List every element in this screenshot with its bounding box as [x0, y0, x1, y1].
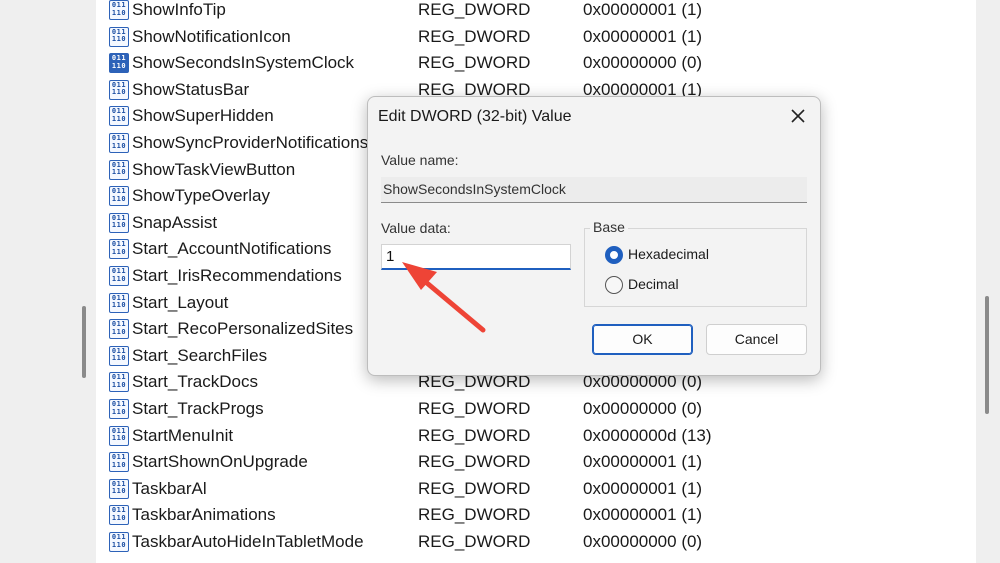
hexadecimal-radio[interactable] [605, 246, 623, 264]
reg-dword-icon: 011 110 [109, 186, 129, 207]
registry-value-row[interactable]: 011 110 TaskbarAutoHideInTabletMode REG_DWO… [106, 530, 756, 557]
value-name: SnapAssist [132, 212, 218, 232]
close-icon[interactable] [788, 106, 808, 126]
value-name: Start_RecoPersonalizedSites [132, 319, 354, 339]
value-type: REG_DWORD [418, 53, 531, 73]
value-data: 0x00000000 (0) [583, 399, 703, 418]
reg-dword-icon: 011 110 [109, 239, 129, 260]
value-type: REG_DWORD [418, 0, 531, 19]
value-type: REG_DWORD [418, 532, 531, 551]
value-type: REG_DWORD [418, 26, 531, 46]
value-data: 0x00000000 (0) [583, 53, 703, 73]
value-data: 0x00000001 (1) [583, 478, 703, 498]
reg-dword-icon: 011 110 [109, 79, 129, 100]
value-data: 0x00000001 (1) [583, 0, 703, 19]
reg-dword-icon: 011 110 [109, 106, 129, 127]
value-name-label: Value name: [381, 152, 459, 168]
value-name: StartMenuInit [132, 425, 234, 445]
value-type: REG_DWORD [418, 425, 531, 445]
edit-dword-dialog: Edit DWORD (32-bit) Value Value name: Sh… [367, 96, 821, 376]
reg-dword-icon: 011 110 [109, 505, 129, 526]
value-name: Start_IrisRecommendations [132, 266, 342, 285]
value-data: 0x00000001 (1) [583, 26, 703, 46]
list-scrollbar[interactable] [985, 296, 989, 414]
decimal-radio[interactable] [605, 276, 623, 294]
value-name: Start_SearchFiles [132, 345, 268, 365]
tree-scrollbar[interactable] [82, 306, 86, 378]
registry-value-row[interactable]: 011 110 TaskbarAnimations REG_DWORD 0x000000… [106, 503, 756, 530]
reg-dword-icon: 011 110 [109, 292, 129, 313]
value-data-label: Value data: [381, 220, 451, 236]
reg-dword-icon: 011 110 [109, 133, 129, 153]
cancel-button[interactable]: Cancel [706, 324, 807, 355]
reg-dword-icon: 011 110 [109, 266, 129, 286]
value-data: 0x00000000 (0) [583, 532, 703, 551]
value-type: REG_DWORD [418, 399, 531, 418]
value-name: ShowTypeOverlay [132, 186, 270, 206]
value-name: Start_TrackProgs [132, 399, 264, 418]
reg-dword-icon: 011 110 [109, 452, 129, 473]
reg-dword-icon: 011 110 [109, 159, 129, 180]
reg-dword-icon: 011 110 [109, 319, 129, 340]
value-data: 0x00000001 (1) [583, 452, 703, 472]
dialog-title: Edit DWORD (32-bit) Value [378, 108, 572, 125]
decimal-label[interactable]: Decimal [628, 276, 679, 292]
base-label: Base [590, 219, 628, 235]
registry-value-row[interactable]: 011 110 Start_TrackProgs REG_DWORD 0x0000000… [106, 397, 756, 424]
reg-dword-icon: 011 110 [109, 53, 129, 74]
value-data: 0x00000001 (1) [583, 505, 703, 525]
value-name: TaskbarAnimations [132, 505, 276, 525]
reg-dword-icon: 011 110 [109, 399, 129, 419]
registry-value-row[interactable]: 011 110 ShowSecondsInSystemClock REG_DWORD 0… [106, 51, 756, 78]
registry-value-row[interactable]: 011 110 StartShownOnUpgrade REG_DWORD 0x0000… [106, 450, 756, 477]
registry-value-row[interactable]: 011 110 ShowNotificationIcon REG_DWORD 0x000… [106, 25, 756, 52]
hexadecimal-label[interactable]: Hexadecimal [628, 246, 709, 262]
ok-button[interactable]: OK [592, 324, 693, 355]
reg-dword-icon: 011 110 [109, 478, 129, 499]
value-name: ShowInfoTip [132, 0, 226, 19]
value-name: ShowSyncProviderNotifications [132, 133, 369, 152]
registry-value-row[interactable]: 011 110 TaskbarAl REG_DWORD 0x00000001 (1) [106, 477, 756, 504]
value-name: ShowTaskViewButton [132, 159, 296, 179]
reg-dword-icon: 011 110 [109, 0, 129, 20]
registry-value-row[interactable]: 011 110 ShowInfoTip REG_DWORD 0x00000001 (1) [106, 0, 756, 25]
value-name: TaskbarAl [132, 478, 207, 498]
reg-dword-icon: 011 110 [109, 532, 129, 552]
value-name: ShowSuperHidden [132, 106, 274, 126]
reg-dword-icon: 011 110 [109, 26, 129, 47]
reg-dword-icon: 011 110 [109, 345, 129, 366]
registry-value-row[interactable]: 011 110 StartMenuInit REG_DWORD 0x0000000d (… [106, 424, 756, 451]
value-name-field: ShowSecondsInSystemClock [381, 177, 807, 203]
reg-dword-icon: 011 110 [109, 372, 129, 393]
value-name: ShowSecondsInSystemClock [132, 53, 355, 73]
base-groupbox [584, 228, 807, 307]
value-name: StartShownOnUpgrade [132, 452, 308, 472]
value-name: ShowNotificationIcon [132, 26, 291, 46]
value-type: REG_DWORD [418, 452, 531, 472]
value-data: 0x0000000d (13) [583, 425, 712, 445]
reg-dword-icon: 011 110 [109, 425, 129, 446]
value-type: REG_DWORD [418, 478, 531, 498]
value-name: TaskbarAutoHideInTabletMode [132, 532, 364, 551]
value-data-input[interactable] [381, 244, 571, 270]
value-name: Start_AccountNotifications [132, 239, 332, 259]
value-name: Start_TrackDocs [132, 372, 258, 392]
value-name: Start_Layout [132, 292, 229, 312]
reg-dword-icon: 011 110 [109, 212, 129, 233]
value-type: REG_DWORD [418, 505, 531, 525]
value-name: ShowStatusBar [132, 79, 250, 99]
